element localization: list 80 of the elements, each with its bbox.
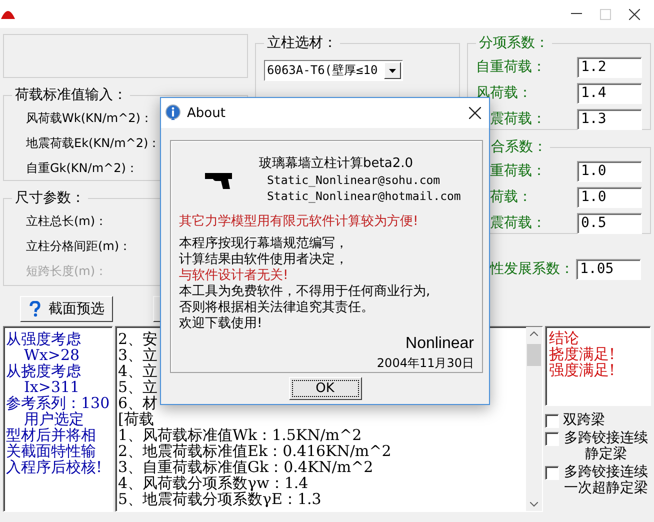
- report-line: 2、地震荷载标准值Ek：0.416KN/m^2: [118, 443, 392, 459]
- checkbox[interactable]: [545, 432, 559, 446]
- factor-label: 重荷载：: [490, 162, 546, 180]
- field-label: 自重Gk(KN/m^2)：: [26, 160, 138, 177]
- about-line: 本程序按现行幕墙规范编写，: [179, 236, 349, 252]
- advice-line: Ix>311: [24, 379, 80, 395]
- factor-label: 性发展系数：: [490, 260, 574, 278]
- group-title: 合系数：: [490, 138, 548, 156]
- advice-line: 参考系列：130: [6, 395, 110, 411]
- advice-line: 用户选定: [24, 411, 84, 427]
- factor-field[interactable]: 1.2: [577, 56, 642, 78]
- minimize-icon[interactable]: [571, 13, 582, 15]
- close-icon[interactable]: [629, 8, 640, 20]
- group-title: 尺寸参数：: [14, 189, 86, 207]
- checkbox-label: 多跨铰接连续一次超静定梁: [563, 464, 649, 496]
- question-icon: [28, 301, 40, 317]
- group-title: 荷载标准值输入：: [14, 86, 128, 104]
- advice-line: 从挠度考虑: [6, 363, 81, 379]
- field-label: 立柱总长(m)：: [26, 213, 108, 230]
- advice-line: 关截面特性输: [6, 443, 96, 459]
- factor-label: 荷载：: [490, 188, 532, 206]
- author-name: Nonlinear: [406, 335, 474, 353]
- checkbox-label: 多跨铰接连续静定梁: [563, 430, 649, 462]
- field-label: 短跨长度(m)：: [26, 263, 108, 280]
- section-preview-button[interactable]: 截面预选: [20, 296, 113, 322]
- checkbox[interactable]: [545, 466, 559, 480]
- factor-field[interactable]: 1.4: [577, 82, 642, 104]
- advice-line: 型材后并将相: [6, 427, 96, 443]
- close-icon[interactable]: [469, 107, 481, 119]
- scroll-thumb[interactable]: [527, 344, 541, 366]
- report-line: [荷载: [118, 411, 154, 427]
- factor-field[interactable]: 0.5: [577, 212, 642, 234]
- factor-label: 震荷载：: [490, 110, 546, 128]
- report-line: 1、风荷载标准值Wk：1.5KN/m^2: [118, 427, 362, 443]
- advice-line: 从强度考虑: [6, 331, 81, 347]
- factor-field[interactable]: 1.0: [577, 186, 642, 208]
- field-label: 立柱分格间距(m)：: [26, 238, 132, 255]
- factor-field[interactable]: 1.3: [577, 108, 642, 130]
- factor-field[interactable]: 1.0: [577, 160, 642, 182]
- factor-label: 自重荷载：: [476, 58, 546, 76]
- conclusion-line: 挠度满足!: [549, 346, 616, 362]
- report-line: 2、安: [118, 331, 158, 347]
- release-date: 2004年11月30日: [376, 355, 474, 372]
- advice-line: 入程序后校核!: [6, 459, 102, 475]
- about-line: 本工具为免费软件，不得用于任何商业行为,: [179, 284, 432, 300]
- report-line: 6、材: [118, 395, 158, 411]
- material-select[interactable]: 6063A-T6(壁厚≤10: [264, 60, 403, 81]
- app-icon: [0, 9, 16, 19]
- app-name: 玻璃幕墙立柱计算beta2.0: [259, 155, 414, 172]
- factor-field[interactable]: 1.05: [576, 258, 641, 280]
- report-line: 3、立: [118, 347, 158, 363]
- email-address: Static_Nonlinear@sohu.com: [266, 172, 442, 188]
- report-line: 4、立: [118, 363, 158, 379]
- dropdown-arrow-icon: [389, 68, 396, 72]
- about-line: 欢迎下载使用!: [179, 316, 264, 332]
- scroll-up-icon[interactable]: [530, 331, 538, 336]
- group-title: 分项系数：: [478, 34, 550, 52]
- field-label: 风荷载Wk(KN/m^2)：: [26, 110, 152, 127]
- group-title: 立柱选材：: [266, 34, 338, 52]
- conclusion-line: 结论: [549, 330, 579, 346]
- dialog-title: About: [187, 106, 226, 120]
- conclusion-line: 强度满足!: [549, 362, 616, 378]
- report-line: 5、立: [118, 379, 158, 395]
- checkbox[interactable]: [545, 414, 559, 428]
- field-label: 地震荷载Ek(KN/m^2)：: [26, 135, 160, 152]
- advice-line: Wx>28: [24, 347, 80, 363]
- notice-text: 其它力学模型用有限元软件计算较为方便!: [179, 213, 420, 230]
- checkbox-label: 双跨梁: [563, 412, 606, 428]
- factor-label: 震荷载：: [490, 214, 546, 232]
- scroll-down-icon[interactable]: [530, 502, 538, 507]
- about-line: 与软件设计者无关!: [179, 268, 290, 284]
- report-line: 5、地震荷载分项系数γE：1.3: [118, 491, 322, 507]
- about-line: 否则将根据相关法律追究其责任。: [179, 300, 375, 316]
- report-line: 4、风荷载分项系数γw：1.4: [118, 475, 308, 491]
- info-icon: [165, 104, 181, 122]
- about-line: 计算结果由软件使用者决定，: [179, 252, 349, 268]
- maximize-icon: [600, 8, 611, 20]
- ok-button[interactable]: OK: [288, 377, 362, 400]
- report-line: 3、自重荷载标准值Gk：0.4KN/m^2: [118, 459, 374, 475]
- email-address: Static_Nonlinear@hotmail.com: [266, 188, 461, 204]
